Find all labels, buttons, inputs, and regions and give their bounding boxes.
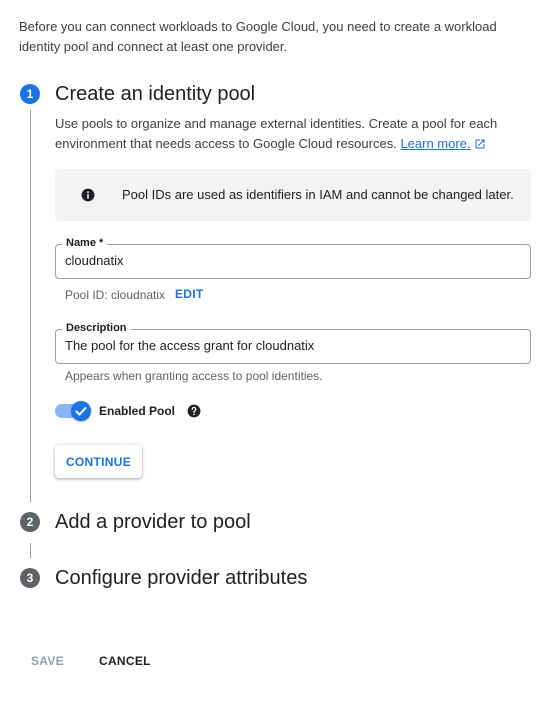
step-3-title: Configure provider attributes	[55, 567, 308, 589]
toggle-thumb	[71, 401, 91, 421]
enabled-pool-toggle[interactable]	[55, 401, 91, 421]
description-field-label: Description	[62, 321, 131, 335]
description-field[interactable]: Description	[55, 321, 531, 364]
info-text: Pool IDs are used as identifiers in IAM …	[122, 187, 514, 202]
step-1-number: 1	[20, 84, 40, 104]
help-icon[interactable]	[187, 404, 201, 418]
step-1-title: Create an identity pool	[55, 83, 256, 105]
step-2-title: Add a provider to pool	[55, 511, 251, 533]
continue-button[interactable]: CONTINUE	[55, 445, 142, 478]
checkmark-icon	[75, 407, 87, 416]
description-input[interactable]	[65, 338, 515, 353]
description-hint: Appears when granting access to pool ide…	[65, 369, 323, 383]
cancel-button[interactable]: CANCEL	[99, 654, 151, 668]
step-1-description: Use pools to organize and manage externa…	[55, 114, 525, 154]
step-3-number: 3	[20, 568, 40, 588]
learn-more-link[interactable]: Learn more.	[400, 136, 470, 151]
name-input[interactable]	[65, 253, 515, 268]
external-link-icon[interactable]	[474, 138, 486, 150]
name-field-label: Name *	[62, 236, 108, 250]
step-2-number: 2	[20, 512, 40, 532]
info-icon	[81, 188, 95, 202]
save-button[interactable]: SAVE	[31, 654, 64, 668]
enabled-pool-label: Enabled Pool	[99, 404, 176, 418]
name-field[interactable]: Name *	[55, 236, 531, 279]
edit-pool-id-button[interactable]: EDIT	[175, 287, 204, 301]
step-connector-line	[30, 110, 31, 502]
intro-text: Before you can connect workloads to Goog…	[19, 19, 497, 54]
step-connector-line	[30, 543, 31, 558]
pool-id-text: Pool ID: cloudnatix	[65, 288, 166, 302]
info-banner: Pool IDs are used as identifiers in IAM …	[55, 169, 531, 221]
